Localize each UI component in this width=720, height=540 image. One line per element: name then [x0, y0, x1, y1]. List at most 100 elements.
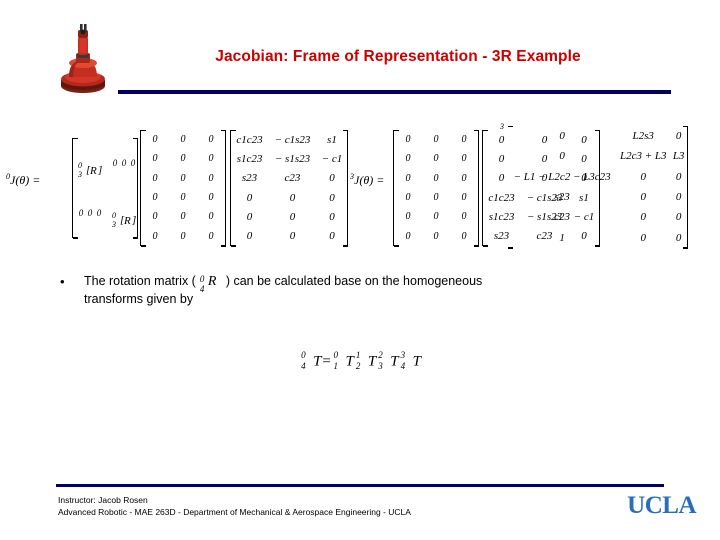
matrix-row: s23 0 0 — [508, 187, 687, 207]
rotation-matrix-symbol: 04R — [199, 274, 217, 294]
matrix-row: 0 0 0 — [394, 227, 478, 246]
matrix-cell: 0 — [246, 230, 253, 243]
matrix-row: 0 0 0 — [141, 227, 225, 246]
matrix-row: 0 0 0 — [231, 188, 347, 207]
equation-lhs-0J: 0J(θ) = — [6, 172, 41, 187]
matrix-cell: 0 — [461, 153, 467, 165]
bullet-text-before: The rotation matrix ( — [84, 274, 196, 288]
matrix-cell: 0 — [180, 134, 186, 146]
matrix-rotation-upper: c1c23− c1s23 s1 s1c23− s1s23− c1 s23 c23 0 0 0 0… — [230, 129, 348, 247]
center-equation: 0 4 T= 0 1 T 1 2 T 2 3 T 3 4 T — [0, 350, 720, 372]
matrix-cell: 0 — [152, 134, 158, 146]
matrix-row: 0 0 0 — [394, 130, 478, 149]
matrix-row: 0 0 0 — [141, 188, 225, 207]
matrix-row: 1 0 0 — [508, 228, 687, 248]
matrix-cell: 0 — [433, 192, 439, 204]
center-eq-t2: T — [367, 353, 377, 370]
matrix-zeros-right-table: 0 0 0 0 0 0 0 0 0 0 0 0 0 0 0 0 0 0 — [394, 130, 478, 246]
matrix-cell: 0 — [405, 134, 411, 146]
center-eq-t1-indices: 01 — [333, 350, 339, 371]
matrix-row: s23 c23 0 — [231, 169, 347, 188]
equation-lhs-3J: 3J(θ) = — [350, 172, 385, 187]
matrix-rotation-block: 0 3 [ R ] 0 0 0 0 0 0 0 3 [R] — [72, 137, 138, 239]
matrix-cell: 0 — [675, 231, 682, 244]
center-eq-t2-indices: 12 — [355, 350, 361, 371]
footer-divider — [56, 484, 664, 487]
matrix-cell: − L1 − L2c2 − L3c23 — [513, 170, 611, 183]
matrix-cell: 0 — [152, 230, 158, 242]
matrix-cell: 0 — [289, 210, 296, 223]
matrix-cell: 0 — [461, 230, 467, 242]
matrix-rotation-upper-table: c1c23− c1s23 s1 s1c23− s1s23− c1 s23 c23 0 0 0 0… — [231, 130, 347, 246]
bullet-text-line2: transforms given by — [84, 292, 194, 306]
footer-course: Advanced Robotic - MAE 263D - Department… — [58, 507, 411, 517]
matrix-cell: 0 — [405, 153, 411, 165]
matrix-cell: − c1s23 — [274, 133, 311, 146]
matrix-cell: 0 — [433, 172, 439, 184]
page-title: Jacobian: Frame of Representation - 3R E… — [215, 48, 581, 65]
center-eq-t3-indices: 23 — [378, 350, 383, 371]
matrix-zeros-left-body: 0 0 0 0 0 0 0 0 0 0 0 0 0 0 0 0 0 0 — [141, 130, 225, 246]
matrix-row: 0 0 0 — [394, 169, 478, 188]
matrix-row: 0 0 0 — [231, 227, 347, 246]
matrix-cell: 0 — [559, 150, 565, 163]
matrix-cell: s1c23 — [236, 152, 263, 165]
matrix-row: 0 0 0 — [141, 130, 225, 149]
matrix-cell: 0 — [208, 192, 214, 204]
bullet-marker: • — [60, 274, 65, 289]
matrix-cell: 0 — [405, 230, 411, 242]
matrix-cell: 0 — [329, 172, 335, 185]
matrix-cell: 0 — [152, 211, 158, 223]
matrix-cell: L3 — [672, 150, 685, 163]
matrix-cell: − c1 — [321, 152, 343, 165]
matrix-cell: 0 — [405, 192, 411, 204]
matrix-cell: 0 — [208, 153, 214, 165]
center-eq-t4: T — [412, 353, 421, 370]
matrix-cell: 0 — [152, 153, 158, 165]
matrix-cell: s23 — [554, 191, 570, 204]
robot-logo-icon — [56, 22, 110, 94]
matrix-cell: − s1s23 — [274, 152, 311, 165]
matrix-row: 0 0 0 — [394, 188, 478, 207]
matrix-cell: 1 — [559, 231, 565, 244]
matrix-cell: 0 — [433, 134, 439, 146]
matrix-row: 0 0 0 — [394, 207, 478, 226]
bullet-text-after: ) can be calculated base on the homogene… — [225, 274, 483, 288]
matrix-cell: 0 — [152, 192, 158, 204]
matrix-row: − L1 − L2c2 − L3c23 0 0 — [508, 167, 687, 187]
matrix-jacobian: 3 0 L2s3 0 0 L2c3 + L3 L3 − L1 − L2c2 − L3c23 0… — [500, 122, 688, 249]
matrix-cell: 0 — [675, 130, 682, 143]
matrix-cell: 0 — [329, 191, 335, 204]
matrix-cell: 0 — [208, 172, 214, 184]
matrix-cell: 0 — [640, 170, 646, 183]
matrix-cell: 0 — [289, 230, 296, 243]
matrix-cell: c1c23 — [236, 133, 263, 146]
matrix-zeros-right: 0 0 0 0 0 0 0 0 0 0 0 0 0 0 0 0 0 0 — [393, 129, 479, 247]
matrix-cell: 0 — [405, 211, 411, 223]
matrix-cell: 0 — [461, 172, 467, 184]
matrix-row: c23 0 0 — [508, 207, 687, 227]
matrix-cell: 0 — [433, 230, 439, 242]
matrix-cell: 0 — [208, 211, 214, 223]
matrix-cell: 0 — [329, 210, 335, 223]
matrix-row: 0 0 0 — [141, 169, 225, 188]
matrix-cell: 0 — [180, 192, 186, 204]
matrix-cell: 0 — [640, 191, 646, 204]
matrix-cell: 0 — [405, 172, 411, 184]
matrix-cell: 0 — [180, 153, 186, 165]
matrix-cell: s23 — [241, 172, 258, 185]
matrix-row: 0 0 0 — [141, 207, 225, 226]
matrix-cell: 0 — [329, 230, 335, 243]
matrix-row: 0 0 0 — [231, 207, 347, 226]
matrix-row: c1c23 − c1s23 s1 — [231, 130, 347, 149]
matrix-jacobian-body: 0 L2s3 0 0 L2c3 + L3 L3− L1 − L2c2 − L3c23 0 0 s… — [508, 126, 687, 248]
matrix-row: s1c23 − s1s23 − c1 — [231, 149, 347, 168]
footer-instructor: Instructor: Jacob Rosen — [58, 495, 148, 505]
matrix-zeros-right-body: 0 0 0 0 0 0 0 0 0 0 0 0 0 0 0 0 0 0 — [394, 130, 478, 246]
matrix-row: 0 0 0 — [141, 149, 225, 168]
matrix-cell: 0 — [180, 230, 186, 242]
matrix-cell: L2c3 + L3 — [619, 150, 667, 163]
matrix-row: 0 L2s3 0 — [508, 126, 687, 146]
title-divider — [118, 90, 671, 94]
matrix-jacobian-superscript: 3 — [500, 122, 504, 131]
